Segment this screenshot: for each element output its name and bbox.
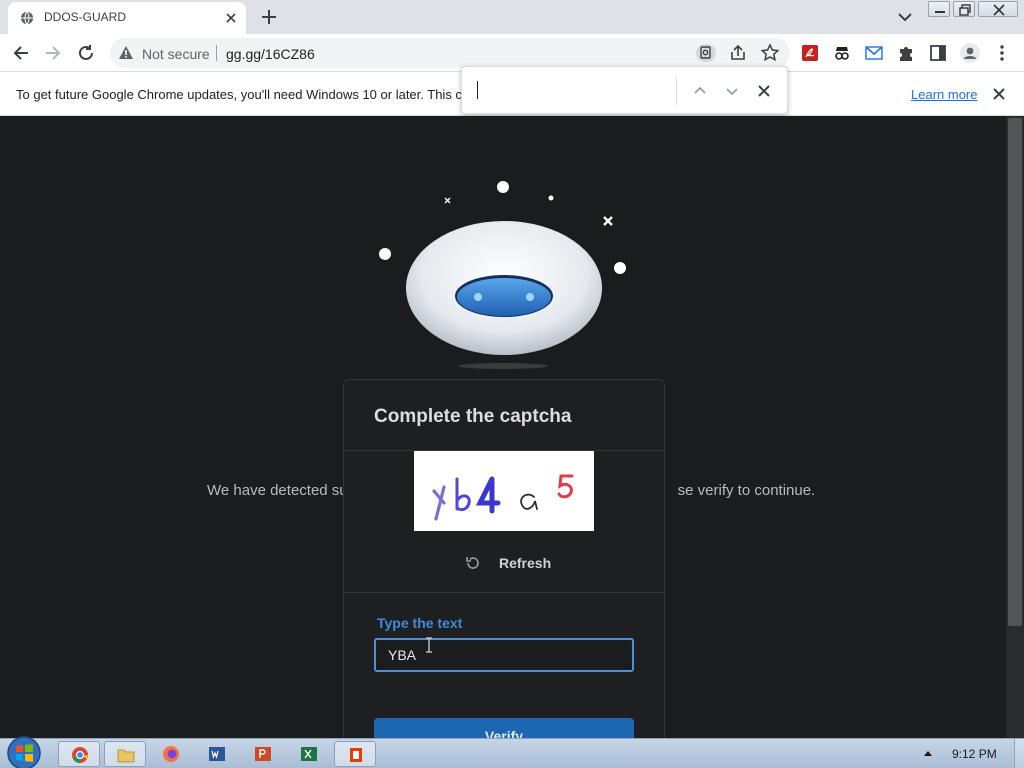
find-divider [676, 77, 677, 105]
find-bar [461, 66, 788, 114]
captcha-heading: Complete the captcha [374, 406, 572, 427]
new-tab-icon[interactable] [259, 7, 279, 27]
omnibox-divider [216, 45, 217, 61]
tab-title: DDOS-GUARD [44, 10, 127, 24]
robot-mascot-illustration [379, 181, 626, 369]
tray-show-hidden-icon[interactable] [922, 748, 934, 758]
card-divider [344, 592, 664, 593]
detection-message-end: se verify to continue. [677, 482, 816, 499]
profile-avatar-icon[interactable] [959, 42, 981, 64]
refresh-button[interactable]: Refresh [464, 552, 564, 574]
extensions-puzzle-icon[interactable] [895, 42, 917, 64]
show-desktop-button[interactable] [1014, 739, 1024, 768]
taskbar: 9:12 PM [0, 736, 1024, 768]
chevron-up-icon[interactable] [690, 81, 710, 101]
taskbar-clock[interactable]: 9:12 PM [952, 747, 997, 761]
window-restore-button[interactable] [953, 1, 975, 17]
find-in-page-icon[interactable] [696, 44, 716, 62]
share-icon[interactable] [727, 42, 749, 64]
captcha-answer-input[interactable] [374, 638, 634, 672]
restore-icon [959, 4, 971, 16]
window-close-button[interactable] [978, 1, 1018, 17]
close-icon[interactable] [754, 81, 774, 101]
warning-triangle-icon[interactable] [118, 45, 134, 61]
taskbar-excel[interactable] [288, 741, 330, 767]
verify-button[interactable]: Verify [374, 718, 634, 738]
captcha-card: Complete the captcha Refresh Type the te… [343, 379, 665, 738]
window-minimize-button[interactable] [928, 1, 950, 17]
captcha-image [414, 451, 594, 531]
office-icon [350, 748, 362, 762]
menu-kebab-icon[interactable] [991, 42, 1013, 64]
taskbar-powerpoint[interactable] [242, 741, 284, 767]
security-status-text[interactable]: Not secure [142, 46, 210, 62]
refresh-label: Refresh [499, 555, 552, 571]
bookmark-star-icon[interactable] [759, 42, 781, 64]
magnifier-icon [700, 46, 711, 59]
browser-tab[interactable]: DDOS-GUARD [8, 2, 246, 34]
infobar-message: To get future Google Chrome updates, you… [16, 87, 462, 102]
pdf-extension-icon[interactable] [799, 42, 821, 64]
detection-message-start: We have detected su [207, 482, 348, 499]
chevron-down-icon[interactable] [895, 9, 915, 25]
taskbar-office[interactable] [334, 741, 376, 767]
tab-strip: DDOS-GUARD [0, 0, 1024, 34]
folder-icon [117, 749, 135, 763]
page-content: We have detected su se verify to continue… [0, 116, 1024, 738]
text-cursor-icon [426, 637, 432, 653]
minimize-icon [935, 11, 945, 13]
excel-icon [301, 747, 317, 761]
close-tab-icon[interactable] [222, 9, 240, 27]
chevron-down-icon[interactable] [722, 81, 742, 101]
windows-start-button[interactable] [4, 733, 44, 768]
refresh-icon [466, 557, 479, 569]
text-caret [477, 81, 478, 99]
taskbar-word[interactable] [196, 741, 238, 767]
close-icon [993, 4, 1005, 16]
chrome-icon [72, 747, 88, 763]
spy-extension-icon[interactable] [831, 42, 853, 64]
taskbar-firefox[interactable] [150, 741, 192, 767]
address-bar[interactable]: Not secure gg.gg/16CZ86 [110, 38, 790, 68]
scrollbar-thumb[interactable] [1008, 118, 1022, 626]
globe-icon [20, 11, 34, 25]
taskbar-chrome[interactable] [58, 741, 100, 767]
url-text[interactable]: gg.gg/16CZ86 [226, 46, 315, 62]
taskbar-file-explorer[interactable] [104, 741, 146, 767]
back-arrow-icon[interactable] [10, 42, 32, 64]
mail-extension-icon[interactable] [863, 42, 885, 64]
forward-arrow-icon[interactable] [42, 42, 64, 64]
learn-more-link[interactable]: Learn more [911, 87, 977, 102]
word-icon [209, 747, 225, 761]
find-input[interactable] [462, 67, 674, 113]
close-icon[interactable] [990, 85, 1008, 103]
reload-icon[interactable] [75, 42, 97, 64]
powerpoint-icon [255, 747, 271, 761]
side-panel-icon[interactable] [927, 42, 949, 64]
captcha-input-label: Type the text [377, 615, 463, 631]
firefox-icon [163, 746, 179, 762]
